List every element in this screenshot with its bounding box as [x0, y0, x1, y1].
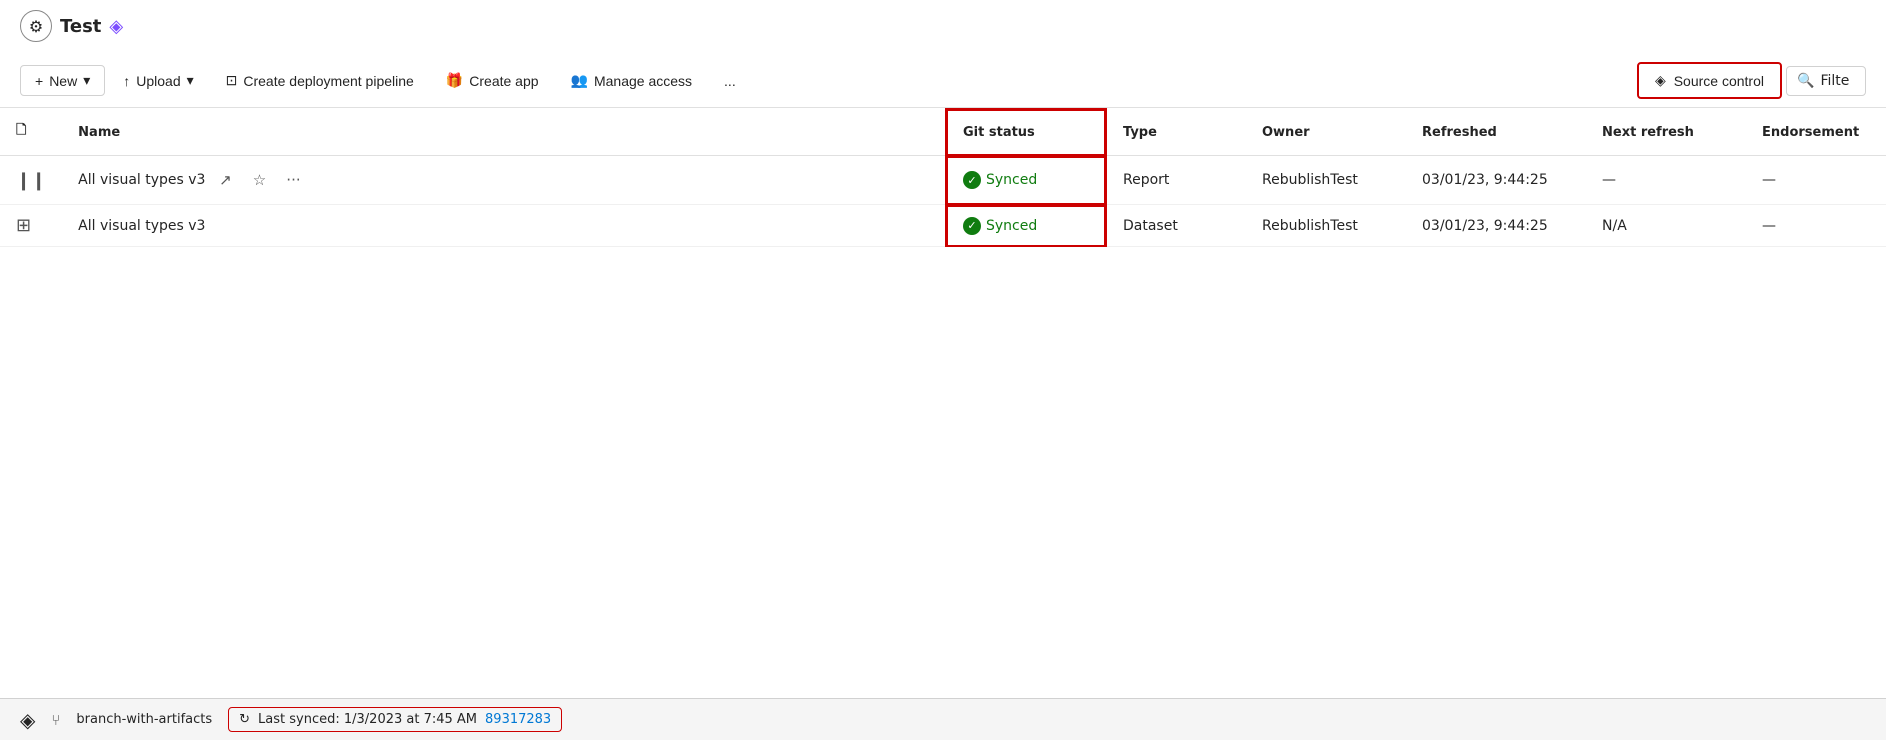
row2-git-status-cell: ✓ Synced: [946, 205, 1106, 247]
users-icon: 👥: [571, 72, 588, 89]
synced-badge: ✓ Synced: [963, 171, 1089, 189]
row2-name-cell: All visual types v3: [62, 205, 946, 247]
row1-git-status: Synced: [986, 172, 1037, 188]
upload-icon: ↑: [123, 73, 130, 89]
workspace-title: ⚙ Test ◈: [20, 10, 1866, 42]
row2-name: All visual types v3: [78, 218, 205, 234]
row1-git-status-cell: ✓ Synced: [946, 156, 1106, 205]
more-button[interactable]: ...: [710, 67, 750, 95]
star-icon[interactable]: ☆: [245, 166, 273, 194]
search-icon: 🔍: [1797, 73, 1814, 89]
create-app-label: Create app: [469, 73, 538, 89]
col-header-endorsement[interactable]: Endorsement: [1746, 109, 1886, 156]
upload-button-label: Upload: [136, 73, 180, 89]
premium-icon: ◈: [109, 16, 123, 37]
row1-type: Report: [1106, 156, 1246, 205]
pipeline-icon: ⊡: [226, 72, 238, 89]
dataset-icon: ⊞: [16, 215, 31, 236]
col-header-name[interactable]: Name: [62, 109, 946, 156]
git-logo-icon: ◈: [20, 708, 35, 732]
row2-next-refresh: N/A: [1586, 205, 1746, 247]
toolbar: + New ▾ ↑ Upload ▾ ⊡ Create deployment p…: [20, 54, 1866, 107]
row2-owner: RebublishTest: [1246, 205, 1406, 247]
row1-refreshed: 03/01/23, 9:44:25: [1406, 156, 1586, 205]
file-icon: 🗋: [16, 123, 26, 138]
row2-icon-cell: ⊞: [0, 205, 62, 247]
upload-button[interactable]: ↑ Upload ▾: [109, 66, 207, 95]
table-row: ⊞ All visual types v3 ✓ Synced Dataset R…: [0, 205, 1886, 247]
main-content: 🗋 Name Git status Type Owner Refreshed N…: [0, 108, 1886, 698]
synced-badge: ✓ Synced: [963, 217, 1089, 235]
row1-owner: RebublishTest: [1246, 156, 1406, 205]
row2-refreshed: 03/01/23, 9:44:25: [1406, 205, 1586, 247]
new-button-label: New: [49, 73, 77, 89]
report-icon: ❙❙: [16, 170, 46, 191]
ellipsis-icon: ...: [724, 73, 736, 89]
row1-endorsement: —: [1746, 156, 1886, 205]
sync-icon: ↻: [239, 712, 250, 727]
row2-endorsement: —: [1746, 205, 1886, 247]
col-header-next-refresh[interactable]: Next refresh: [1586, 109, 1746, 156]
row1-icon-cell: ❙❙: [0, 156, 62, 205]
table-row: ❙❙ All visual types v3 ↗ ☆ ··· ✓ Synced: [0, 156, 1886, 205]
branch-icon: ⑂: [51, 711, 60, 729]
table-header: 🗋 Name Git status Type Owner Refreshed N…: [0, 109, 1886, 156]
row1-actions: All visual types v3 ↗ ☆ ···: [78, 166, 929, 194]
col-header-git-status[interactable]: Git status: [946, 109, 1106, 156]
create-app-button[interactable]: 🎁 Create app: [432, 66, 553, 95]
row2-git-status: Synced: [986, 218, 1037, 234]
ellipsis-icon[interactable]: ···: [279, 166, 307, 194]
col-header-icon: 🗋: [0, 109, 62, 156]
manage-access-label: Manage access: [594, 73, 692, 89]
app-icon: 🎁: [446, 72, 463, 89]
branch-name: branch-with-artifacts: [76, 712, 212, 727]
header: ⚙ Test ◈ + New ▾ ↑ Upload ▾ ⊡ Create dep…: [0, 0, 1886, 108]
share-icon[interactable]: ↗: [211, 166, 239, 194]
row1-name: All visual types v3: [78, 172, 205, 188]
table-body: ❙❙ All visual types v3 ↗ ☆ ··· ✓ Synced: [0, 156, 1886, 247]
synced-check-icon: ✓: [963, 217, 981, 235]
chevron-down-icon: ▾: [83, 72, 90, 89]
status-bar-highlight: ↻ Last synced: 1/3/2023 at 7:45 AM 89317…: [228, 707, 562, 732]
last-synced-label: Last synced: 1/3/2023 at 7:45 AM: [258, 712, 477, 727]
col-header-owner[interactable]: Owner: [1246, 109, 1406, 156]
create-pipeline-label: Create deployment pipeline: [243, 73, 413, 89]
status-bar: ◈ ⑂ branch-with-artifacts ↻ Last synced:…: [0, 698, 1886, 740]
create-pipeline-button[interactable]: ⊡ Create deployment pipeline: [212, 66, 428, 95]
chevron-down-icon: ▾: [187, 72, 194, 89]
source-control-label: Source control: [1674, 73, 1764, 89]
workspace-icon: ⚙: [20, 10, 52, 42]
settings-icon: ⚙: [29, 17, 43, 36]
row2-actions: All visual types v3: [78, 218, 929, 234]
filter-area[interactable]: 🔍 Filte: [1786, 66, 1866, 96]
items-table: 🗋 Name Git status Type Owner Refreshed N…: [0, 108, 1886, 247]
col-header-type[interactable]: Type: [1106, 109, 1246, 156]
commit-hash: 89317283: [485, 712, 551, 727]
new-button[interactable]: + New ▾: [20, 65, 105, 96]
source-control-icon: ◈: [1655, 72, 1666, 89]
col-header-refreshed[interactable]: Refreshed: [1406, 109, 1586, 156]
workspace-name: Test: [60, 16, 101, 37]
manage-access-button[interactable]: 👥 Manage access: [557, 66, 707, 95]
filter-label: Filte: [1820, 73, 1849, 89]
plus-icon: +: [35, 73, 43, 89]
synced-check-icon: ✓: [963, 171, 981, 189]
row1-next-refresh: —: [1586, 156, 1746, 205]
row1-name-cell: All visual types v3 ↗ ☆ ···: [62, 156, 946, 205]
row2-type: Dataset: [1106, 205, 1246, 247]
source-control-button[interactable]: ◈ Source control: [1637, 62, 1782, 99]
